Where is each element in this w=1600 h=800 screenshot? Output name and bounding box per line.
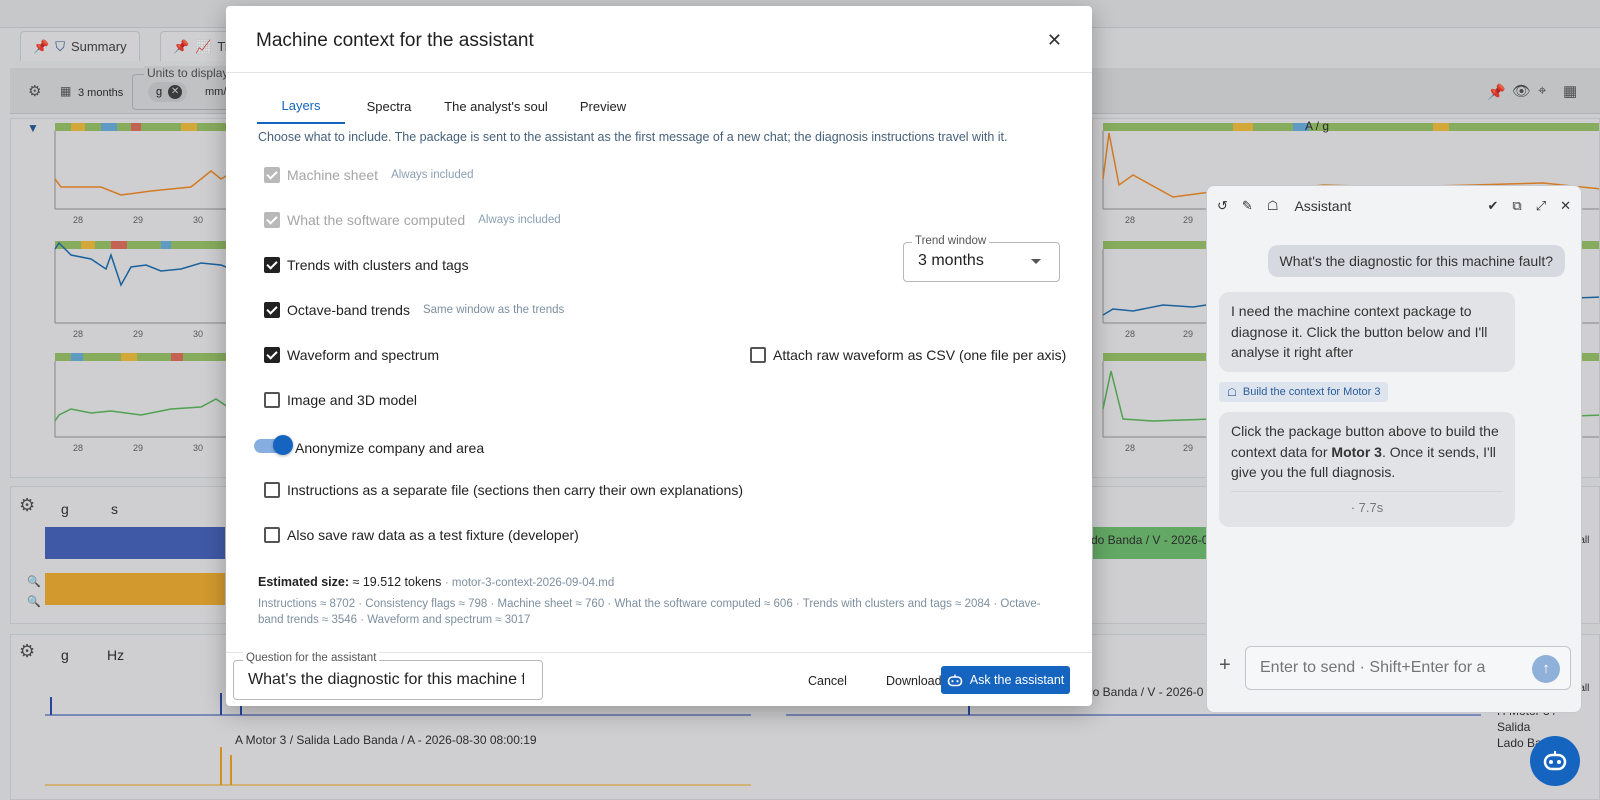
option-raw-csv[interactable]: Attach raw waveform as CSV (one file per… bbox=[750, 347, 1066, 363]
trend-window-value[interactable]: 3 months bbox=[918, 252, 984, 270]
option-software-computed: What the software computed Always includ… bbox=[264, 212, 561, 228]
broom-icon[interactable]: ✔ bbox=[1487, 198, 1498, 214]
expand-icon[interactable]: ⤢ bbox=[1536, 198, 1546, 214]
context-dialog: Machine context for the assistant ✕ Laye… bbox=[226, 6, 1092, 706]
plus-icon[interactable]: + bbox=[1219, 654, 1231, 677]
file-name: · motor-3-context-2026-09-04.md bbox=[444, 577, 615, 589]
assistant-input[interactable]: ↑ bbox=[1245, 646, 1571, 690]
toggle-knob[interactable] bbox=[273, 435, 293, 455]
checkbox bbox=[264, 212, 280, 228]
robot-icon bbox=[1543, 751, 1567, 771]
checkbox bbox=[264, 167, 280, 183]
edit-icon[interactable]: ✎ bbox=[1242, 198, 1253, 214]
divider bbox=[226, 72, 1092, 73]
option-waveform[interactable]: Waveform and spectrum bbox=[264, 347, 439, 363]
checkbox[interactable] bbox=[264, 347, 280, 363]
robot-icon: ☖ bbox=[1227, 386, 1237, 399]
tab-spectra[interactable]: Spectra bbox=[345, 88, 433, 124]
popout-icon[interactable]: ⧉ bbox=[1512, 198, 1521, 214]
checkbox[interactable] bbox=[750, 347, 766, 363]
checkbox[interactable] bbox=[264, 482, 280, 498]
cancel-button[interactable]: Cancel bbox=[808, 674, 847, 688]
option-machine-sheet: Machine sheet Always included bbox=[264, 167, 474, 183]
assistant-fab-button[interactable] bbox=[1530, 736, 1580, 786]
tab-analyst-soul[interactable]: The analyst's soul bbox=[433, 88, 559, 124]
send-button[interactable]: ↑ bbox=[1532, 655, 1560, 683]
dialog-title: Machine context for the assistant bbox=[256, 30, 534, 51]
question-field[interactable] bbox=[233, 660, 543, 700]
question-legend: Question for the assistant bbox=[243, 652, 380, 664]
assistant-input-field[interactable] bbox=[1246, 647, 1496, 689]
close-icon[interactable]: ✕ bbox=[1560, 198, 1571, 214]
robot-icon bbox=[947, 674, 963, 686]
chevron-down-icon[interactable] bbox=[1031, 259, 1041, 264]
user-message: What's the diagnostic for this machine f… bbox=[1267, 245, 1565, 277]
assistant-message: Click the package button above to build … bbox=[1219, 412, 1515, 527]
assistant-title: Assistant bbox=[1294, 198, 1352, 214]
intro-text: Choose what to include. The package is s… bbox=[258, 130, 1008, 144]
checkbox[interactable] bbox=[264, 392, 280, 408]
anonymize-label: Anonymize company and area bbox=[295, 440, 485, 456]
assistant-panel: ↺ ✎ ☖ Assistant ✔ ⧉ ⤢ ✕ What's the diagn… bbox=[1206, 185, 1582, 713]
question-input[interactable] bbox=[234, 661, 524, 699]
size-breakdown: Instructions ≈ 8702 · Consistency flags … bbox=[258, 598, 1041, 626]
estimated-size: Estimated size: ≈ 19.512 tokens · motor-… bbox=[258, 575, 615, 589]
assistant-message: I need the machine context package to di… bbox=[1219, 292, 1515, 372]
build-context-button[interactable]: ☖ Build the context for Motor 3 bbox=[1219, 382, 1389, 402]
tab-layers[interactable]: Layers bbox=[257, 88, 345, 124]
response-time: · 7.7s bbox=[1231, 490, 1503, 519]
history-icon[interactable]: ↺ bbox=[1217, 198, 1228, 214]
checkbox[interactable] bbox=[264, 257, 280, 273]
checkbox[interactable] bbox=[264, 302, 280, 318]
robot-icon: ☖ bbox=[1266, 198, 1279, 213]
tab-preview[interactable]: Preview bbox=[559, 88, 647, 124]
option-image-3d[interactable]: Image and 3D model bbox=[264, 392, 417, 408]
option-octave[interactable]: Octave-band trends Same window as the tr… bbox=[264, 302, 564, 318]
option-test-fixture[interactable]: Also save raw data as a test fixture (de… bbox=[264, 527, 579, 543]
dialog-tabs: Layers Spectra The analyst's soul Previe… bbox=[257, 88, 647, 124]
assistant-header: ↺ ✎ ☖ Assistant ✔ ⧉ ⤢ ✕ bbox=[1207, 186, 1581, 226]
download-button[interactable]: Download bbox=[886, 674, 942, 688]
option-trends[interactable]: Trends with clusters and tags bbox=[264, 257, 469, 273]
option-instructions-file[interactable]: Instructions as a separate file (section… bbox=[264, 482, 743, 498]
ask-assistant-button[interactable]: Ask the assistant bbox=[941, 666, 1070, 694]
close-icon[interactable]: ✕ bbox=[1047, 30, 1062, 51]
trend-window-legend: Trend window bbox=[912, 235, 990, 247]
checkbox[interactable] bbox=[264, 527, 280, 543]
